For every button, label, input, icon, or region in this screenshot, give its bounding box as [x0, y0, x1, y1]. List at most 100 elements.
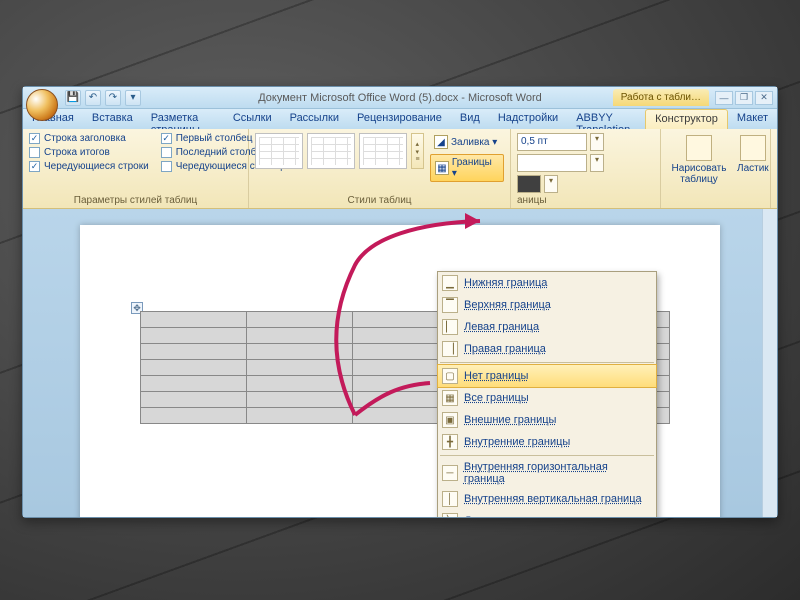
ribbon-tabs: Главная Вставка Разметка страницы Ссылки…	[23, 109, 777, 129]
office-button[interactable]	[26, 89, 58, 121]
qat-undo[interactable]: ↶	[85, 90, 101, 106]
menu-top-border-label: Верхняя граница	[464, 299, 551, 311]
table-style-3[interactable]	[359, 133, 407, 169]
chk-total-row[interactable]: Строка итогов	[29, 147, 149, 158]
tab-design[interactable]: Конструктор	[645, 109, 728, 129]
group-label-style-options: Параметры стилей таблиц	[29, 193, 242, 206]
eraser-label: Ластик	[737, 163, 769, 174]
menu-right-border-label: Правая граница	[464, 343, 546, 355]
menu-separator	[440, 455, 654, 456]
table-tools-contextual-tab[interactable]: Работа с табли…	[613, 89, 709, 106]
titlebar: 💾 ↶ ↷ ▾ Документ Microsoft Office Word (…	[23, 87, 777, 109]
tab-layout[interactable]: Макет	[728, 109, 777, 129]
menu-left-border-label: Левая граница	[464, 321, 539, 333]
pen-weight-select[interactable]: 0,5 пт	[517, 133, 587, 151]
table-style-2[interactable]	[307, 133, 355, 169]
draw-table-label: Нарисовать таблицу	[671, 163, 727, 185]
minimize-button[interactable]: —	[715, 91, 733, 105]
menu-no-border[interactable]: ▢ Нет границы	[437, 364, 657, 388]
group-table-styles: ▴▾≡ ◢Заливка ▾ ▦Границы ▾ Стили таблиц	[249, 129, 511, 208]
bottom-border-icon: ▁	[442, 275, 458, 291]
group-label-borders: аницы	[517, 193, 547, 206]
menu-inside-v-border[interactable]: │ Внутренняя вертикальная граница	[438, 488, 656, 510]
bucket-icon: ◢	[434, 135, 448, 149]
close-button[interactable]: ✕	[755, 91, 773, 105]
pen-color-arrow[interactable]: ▾	[544, 175, 558, 193]
menu-top-border[interactable]: ▔ Верхняя граница	[438, 294, 656, 316]
chk-banded-rows[interactable]: ✓Чередующиеся строки	[29, 161, 149, 172]
inside-borders-icon: ╋	[442, 434, 458, 450]
tab-references[interactable]: Ссылки	[224, 109, 281, 129]
pen-style-select[interactable]	[517, 154, 587, 172]
shading-dropdown[interactable]: ◢Заливка ▾	[430, 133, 504, 151]
eraser-button[interactable]: Ластик	[733, 133, 773, 187]
pen-color-select[interactable]	[517, 175, 541, 193]
draw-table-button[interactable]: Нарисовать таблицу	[667, 133, 731, 187]
chk-total-row-label: Строка итогов	[44, 147, 110, 158]
eraser-icon	[740, 135, 766, 161]
menu-right-border[interactable]: ▕ Правая граница	[438, 338, 656, 360]
menu-all-borders-label: Все границы	[464, 392, 529, 404]
no-border-icon: ▢	[442, 368, 458, 384]
vertical-scrollbar[interactable]	[762, 209, 777, 517]
menu-all-borders[interactable]: ▦ Все границы	[438, 387, 656, 409]
menu-diag-down-border[interactable]: ╲ Диагональная граница сверху вниз	[438, 510, 656, 517]
group-draw-borders-left: 0,5 пт ▾ ▾ ▾ аницы	[511, 129, 661, 208]
qat-redo[interactable]: ↷	[105, 90, 121, 106]
tab-insert[interactable]: Вставка	[83, 109, 142, 129]
borders-icon: ▦	[435, 161, 449, 175]
outside-borders-icon: ▣	[442, 412, 458, 428]
menu-inside-h-border-label: Внутренняя горизонтальная граница	[464, 461, 650, 485]
tab-abbyy[interactable]: ABBYY Translation	[567, 109, 645, 129]
chk-header-row-label: Строка заголовка	[44, 133, 126, 144]
styles-more-dropdown[interactable]: ▴▾≡	[411, 133, 424, 169]
menu-inside-h-border[interactable]: ─ Внутренняя горизонтальная граница	[438, 458, 656, 488]
menu-inside-borders-label: Внутренние границы	[464, 436, 570, 448]
inside-h-border-icon: ─	[442, 465, 458, 481]
ribbon: ✓Строка заголовка Строка итогов ✓Чередую…	[23, 129, 777, 209]
pen-style-arrow[interactable]: ▾	[590, 154, 604, 172]
menu-inside-v-border-label: Внутренняя вертикальная граница	[464, 493, 642, 505]
top-border-icon: ▔	[442, 297, 458, 313]
pencil-icon	[686, 135, 712, 161]
chk-header-row[interactable]: ✓Строка заголовка	[29, 133, 149, 144]
window-controls: — ❐ ✕	[715, 91, 773, 105]
diag-down-icon: ╲	[442, 513, 458, 517]
tab-view[interactable]: Вид	[451, 109, 489, 129]
group-label-styles: Стили таблиц	[255, 193, 504, 206]
menu-bottom-border[interactable]: ▁ Нижняя граница	[438, 272, 656, 294]
restore-button[interactable]: ❐	[735, 91, 753, 105]
menu-no-border-label: Нет границы	[464, 370, 528, 382]
tab-page-layout[interactable]: Разметка страницы	[142, 109, 224, 129]
shading-label: Заливка ▾	[451, 137, 497, 148]
tab-addins[interactable]: Надстройки	[489, 109, 567, 129]
all-borders-icon: ▦	[442, 390, 458, 406]
borders-label: Границы ▾	[452, 157, 499, 179]
table-style-1[interactable]	[255, 133, 303, 169]
table-styles-gallery[interactable]: ▴▾≡	[255, 133, 424, 169]
quick-access-toolbar: 💾 ↶ ↷ ▾	[65, 90, 141, 106]
menu-bottom-border-label: Нижняя граница	[464, 277, 547, 289]
right-border-icon: ▕	[442, 341, 458, 357]
group-table-style-options: ✓Строка заголовка Строка итогов ✓Чередую…	[23, 129, 249, 208]
menu-inside-borders[interactable]: ╋ Внутренние границы	[438, 431, 656, 453]
pen-weight-arrow[interactable]: ▾	[590, 133, 604, 151]
qat-customize[interactable]: ▾	[125, 90, 141, 106]
document-area: ✥ ▁Нижняя граница ▔Верхняя граница ▏Лева	[23, 209, 777, 517]
chk-first-col-label: Первый столбец	[176, 133, 253, 144]
tab-mailings[interactable]: Рассылки	[281, 109, 348, 129]
menu-left-border[interactable]: ▏ Левая граница	[438, 316, 656, 338]
qat-save[interactable]: 💾	[65, 90, 81, 106]
chk-banded-rows-label: Чередующиеся строки	[44, 161, 149, 172]
borders-menu: ▁ Нижняя граница ▔ Верхняя граница ▏ Левая …	[437, 271, 657, 517]
menu-outside-borders[interactable]: ▣Внешние границы	[438, 409, 656, 431]
tab-review[interactable]: Рецензирование	[348, 109, 451, 129]
window-title: Документ Microsoft Office Word (5).docx …	[258, 92, 542, 104]
borders-dropdown[interactable]: ▦Границы ▾	[430, 154, 504, 182]
left-border-icon: ▏	[442, 319, 458, 335]
inside-v-border-icon: │	[442, 491, 458, 507]
word-window: 💾 ↶ ↷ ▾ Документ Microsoft Office Word (…	[22, 86, 778, 518]
menu-diag-down-border-label: Диагональная граница сверху вниз	[464, 515, 644, 517]
group-draw: Нарисовать таблицу Ластик	[661, 129, 771, 208]
menu-separator	[440, 362, 654, 363]
